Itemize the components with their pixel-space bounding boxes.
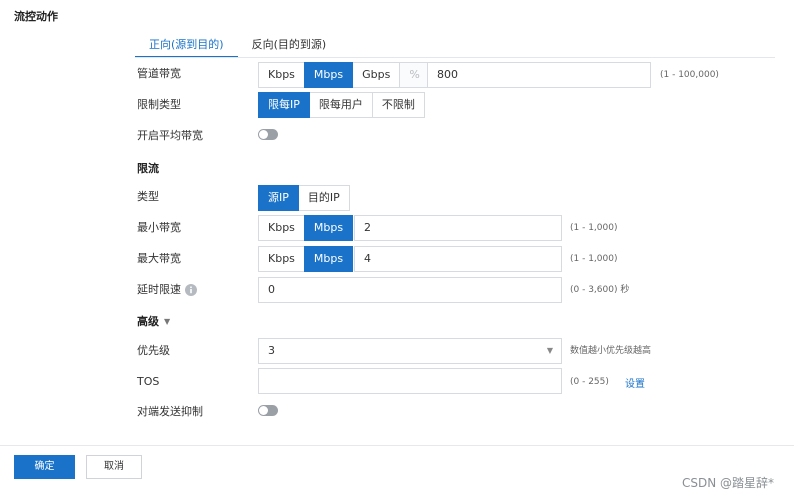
toggle-knob	[259, 130, 268, 139]
tos-label: TOS	[137, 375, 160, 388]
info-icon[interactable]	[185, 284, 197, 296]
limit-none[interactable]: 不限制	[371, 92, 425, 118]
type-dest-ip[interactable]: 目的IP	[297, 185, 350, 211]
pipe-bandwidth-hint: (1 - 100,000)	[660, 70, 719, 80]
pipe-bandwidth-input[interactable]: 800	[427, 62, 651, 88]
delay-limit-label-wrap: 延时限速	[137, 283, 197, 297]
min-bandwidth-unit-group: Kbps Mbps	[258, 215, 354, 241]
pipe-bandwidth-unit-group: Kbps Mbps Gbps %	[258, 62, 430, 88]
footer-divider	[0, 445, 794, 446]
max-bandwidth-input[interactable]: 4	[354, 246, 562, 272]
priority-label: 优先级	[137, 344, 170, 357]
ok-button[interactable]: 确定	[14, 455, 75, 479]
chevron-down-icon: ▼	[546, 346, 553, 355]
limit-type-label: 限制类型	[137, 98, 181, 111]
pipe-unit-gbps[interactable]: Gbps	[352, 62, 401, 88]
tos-input[interactable]	[258, 368, 562, 394]
max-unit-mbps[interactable]: Mbps	[303, 246, 354, 272]
suppress-toggle[interactable]	[258, 405, 278, 416]
min-bandwidth-hint: (1 - 1,000)	[570, 223, 618, 233]
pipe-unit-percent[interactable]: %	[399, 62, 430, 88]
min-bandwidth-label: 最小带宽	[137, 221, 181, 234]
delay-limit-label: 延时限速	[137, 283, 181, 296]
watermark: CSDN @踏星辞*	[682, 476, 775, 490]
min-bandwidth-input[interactable]: 2	[354, 215, 562, 241]
advanced-title: 高级	[137, 315, 159, 328]
max-unit-kbps[interactable]: Kbps	[258, 246, 305, 272]
advanced-toggle[interactable]: 高级 ▼	[137, 313, 170, 329]
tab-reverse[interactable]: 反向(目的到源)	[238, 34, 341, 58]
min-unit-mbps[interactable]: Mbps	[303, 215, 354, 241]
max-bandwidth-unit-group: Kbps Mbps	[258, 246, 354, 272]
priority-hint: 数值越小优先级越高	[570, 346, 652, 356]
min-unit-kbps[interactable]: Kbps	[258, 215, 305, 241]
type-group: 源IP 目的IP	[258, 185, 350, 211]
delay-limit-hint: (0 - 3,600) 秒	[570, 285, 630, 295]
tab-forward[interactable]: 正向(源到目的)	[135, 34, 238, 58]
section-title: 流控动作	[14, 10, 58, 23]
max-bandwidth-label: 最大带宽	[137, 252, 181, 265]
pipe-unit-kbps[interactable]: Kbps	[258, 62, 305, 88]
priority-select[interactable]: 3 ▼	[258, 338, 562, 364]
limit-per-ip[interactable]: 限每IP	[258, 92, 310, 118]
max-bandwidth-hint: (1 - 1,000)	[570, 254, 618, 264]
type-label: 类型	[137, 190, 159, 203]
tab-divider	[135, 57, 775, 58]
pipe-bandwidth-label: 管道带宽	[137, 67, 181, 80]
toggle-knob	[259, 406, 268, 415]
avg-bandwidth-toggle[interactable]	[258, 129, 278, 140]
delay-limit-input[interactable]: 0	[258, 277, 562, 303]
limit-per-user[interactable]: 限每用户	[308, 92, 373, 118]
priority-value: 3	[268, 344, 275, 357]
direction-tabs: 正向(源到目的) 反向(目的到源)	[135, 34, 340, 58]
pipe-unit-mbps[interactable]: Mbps	[303, 62, 354, 88]
tos-settings-link[interactable]: 设置	[625, 375, 645, 390]
type-source-ip[interactable]: 源IP	[258, 185, 299, 211]
suppress-label: 对端发送抑制	[137, 405, 203, 418]
avg-bandwidth-label: 开启平均带宽	[137, 129, 203, 142]
limit-type-group: 限每IP 限每用户 不限制	[258, 92, 425, 118]
caret-down-icon: ▼	[164, 316, 171, 326]
rate-limit-title: 限流	[137, 162, 159, 175]
tos-hint: (0 - 255)	[570, 377, 609, 387]
cancel-button[interactable]: 取消	[86, 455, 142, 479]
